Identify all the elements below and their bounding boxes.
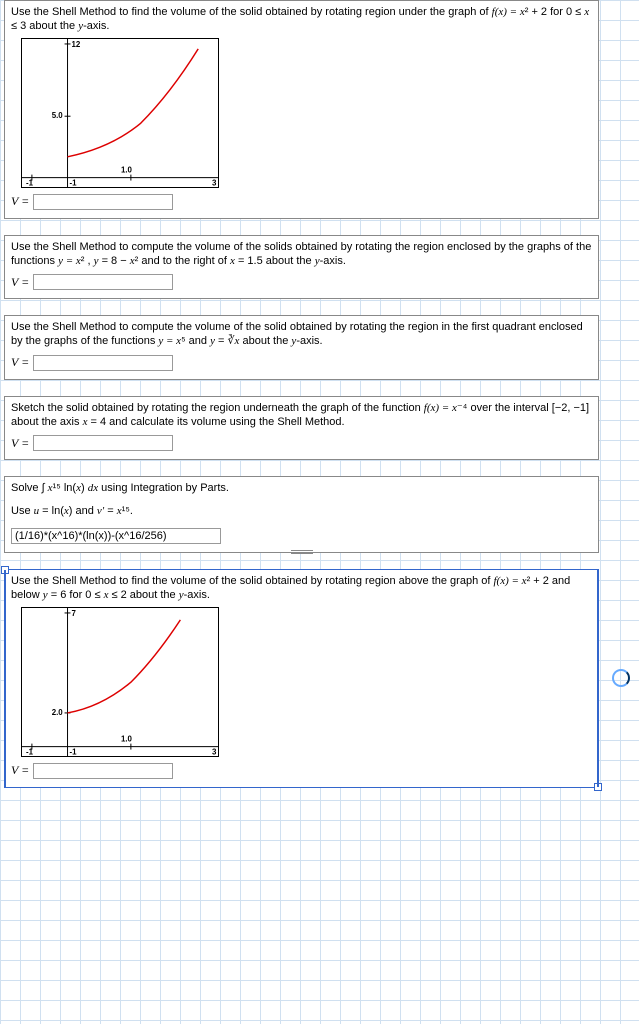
- svg-text:-1: -1: [26, 747, 34, 756]
- selection-edge-left: [4, 570, 6, 787]
- answer-row: V =: [11, 435, 592, 451]
- graph-6: 7 2.0 1.0 -1 -1 3: [21, 607, 219, 757]
- problem-subtext: Use u = ln(x) and v′ = x¹⁵.: [11, 504, 592, 518]
- answer-input-1[interactable]: [33, 194, 173, 210]
- svg-text:-1: -1: [70, 178, 78, 187]
- resize-handle-icon[interactable]: [287, 548, 317, 556]
- answer-label: V =: [11, 436, 29, 451]
- svg-text:-1: -1: [70, 747, 78, 756]
- graph-1: 12 5.0 1.0 -1 -1 3: [21, 38, 219, 188]
- curve: [68, 48, 199, 156]
- selection-edge-right: [597, 570, 599, 787]
- answer-input-3[interactable]: [33, 355, 173, 371]
- svg-text:3: 3: [212, 747, 217, 756]
- problem-6[interactable]: Use the Shell Method to find the volume …: [4, 569, 599, 788]
- answer-input-6[interactable]: [33, 763, 173, 779]
- answer-label: V =: [11, 355, 29, 370]
- problem-3: Use the Shell Method to compute the volu…: [4, 315, 599, 380]
- problem-1: Use the Shell Method to find the volume …: [4, 0, 599, 219]
- problem-text: Use the Shell Method to find the volume …: [11, 574, 592, 603]
- svg-text:12: 12: [71, 40, 80, 49]
- plot-svg: 7 2.0 1.0 -1 -1 3: [22, 608, 218, 756]
- answer-row: V =: [11, 194, 592, 210]
- problems-container: Use the Shell Method to find the volume …: [4, 0, 599, 788]
- problem-text: Solve ∫ x¹⁵ ln(x) dx using Integration b…: [11, 481, 592, 495]
- answer-row: V =: [11, 763, 592, 779]
- problem-text: Sketch the solid obtained by rotating th…: [11, 401, 592, 430]
- answer-input-5[interactable]: [11, 528, 221, 544]
- axes: [22, 608, 218, 756]
- svg-text:1.0: 1.0: [121, 165, 133, 174]
- answer-row: [11, 528, 592, 544]
- ticks: [32, 613, 131, 750]
- answer-label: V =: [11, 275, 29, 290]
- curve: [68, 619, 181, 712]
- plot-svg: 12 5.0 1.0 -1 -1 3: [22, 39, 218, 187]
- svg-text:-1: -1: [26, 178, 34, 187]
- svg-text:1.0: 1.0: [121, 734, 133, 743]
- answer-row: V =: [11, 355, 592, 371]
- problem-text: Use the Shell Method to compute the volu…: [11, 240, 592, 269]
- problem-text: Use the Shell Method to find the volume …: [11, 5, 592, 34]
- answer-input-4[interactable]: [33, 435, 173, 451]
- problem-2: Use the Shell Method to compute the volu…: [4, 235, 599, 300]
- problem-4: Sketch the solid obtained by rotating th…: [4, 396, 599, 461]
- svg-text:2.0: 2.0: [52, 707, 64, 716]
- svg-text:7: 7: [71, 608, 76, 617]
- problem-text: Use the Shell Method to compute the volu…: [11, 320, 592, 349]
- answer-label: V =: [11, 763, 29, 778]
- problem-5: Solve ∫ x¹⁵ ln(x) dx using Integration b…: [4, 476, 599, 553]
- answer-row: V =: [11, 274, 592, 290]
- svg-text:5.0: 5.0: [52, 111, 64, 120]
- svg-text:3: 3: [212, 178, 217, 187]
- answer-input-2[interactable]: [33, 274, 173, 290]
- loading-spinner-icon: [612, 669, 630, 687]
- ticks: [32, 44, 131, 181]
- answer-label: V =: [11, 194, 29, 209]
